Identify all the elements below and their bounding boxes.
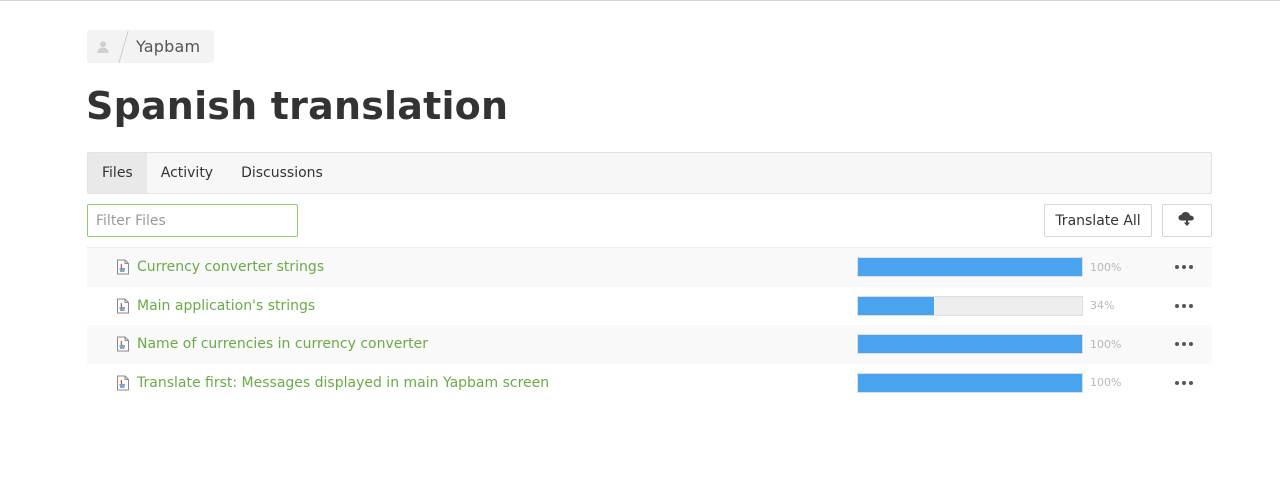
progress-percent: 100% [1090, 376, 1122, 390]
user-avatar-icon[interactable] [87, 30, 119, 63]
progress-bar [857, 334, 1083, 354]
java-file-icon [115, 375, 131, 391]
file-list: Currency converter strings 100% Main app… [87, 247, 1212, 402]
more-options-icon[interactable] [1173, 372, 1195, 394]
more-options-icon[interactable] [1173, 256, 1195, 278]
tab-discussions[interactable]: Discussions [227, 153, 337, 193]
file-name-link[interactable]: Currency converter strings [137, 259, 324, 275]
progress-fill [858, 296, 935, 315]
cloud-download-icon [1177, 211, 1197, 231]
page-title: Spanish translation [86, 84, 509, 128]
translate-all-button[interactable]: Translate All [1044, 204, 1152, 237]
file-row: Name of currencies in currency converter… [87, 325, 1212, 364]
file-name-link[interactable]: Translate first: Messages displayed in m… [137, 375, 549, 391]
file-name-link[interactable]: Main application's strings [137, 298, 315, 314]
java-file-icon [115, 336, 131, 352]
progress-fill [858, 335, 1082, 353]
file-row: Currency converter strings 100% [87, 248, 1212, 287]
progress-fill [858, 373, 1082, 392]
breadcrumb-project-link[interactable]: Yapbam [136, 37, 200, 56]
java-file-icon [115, 298, 131, 314]
tab-activity[interactable]: Activity [147, 153, 227, 193]
file-row: Translate first: Messages displayed in m… [87, 364, 1212, 403]
progress-fill [858, 258, 1082, 276]
progress-percent: 34% [1090, 299, 1115, 313]
filter-files-input[interactable] [87, 204, 298, 237]
progress-percent: 100% [1090, 337, 1122, 351]
more-options-icon[interactable] [1173, 333, 1195, 355]
progress-bar [857, 295, 1083, 316]
more-options-icon[interactable] [1173, 295, 1195, 317]
progress-percent: 100% [1090, 260, 1122, 274]
file-row: Main application's strings 34% [87, 287, 1212, 326]
cloud-download-button[interactable] [1162, 204, 1212, 237]
breadcrumb-separator [119, 30, 129, 63]
tab-files[interactable]: Files [88, 153, 147, 193]
progress-bar [857, 372, 1083, 393]
top-border [0, 0, 1280, 1]
tab-bar: Files Activity Discussions [87, 152, 1212, 194]
file-name-link[interactable]: Name of currencies in currency converter [137, 336, 428, 352]
progress-bar [857, 257, 1083, 277]
java-file-icon [115, 259, 131, 275]
breadcrumb: Yapbam [87, 30, 215, 63]
